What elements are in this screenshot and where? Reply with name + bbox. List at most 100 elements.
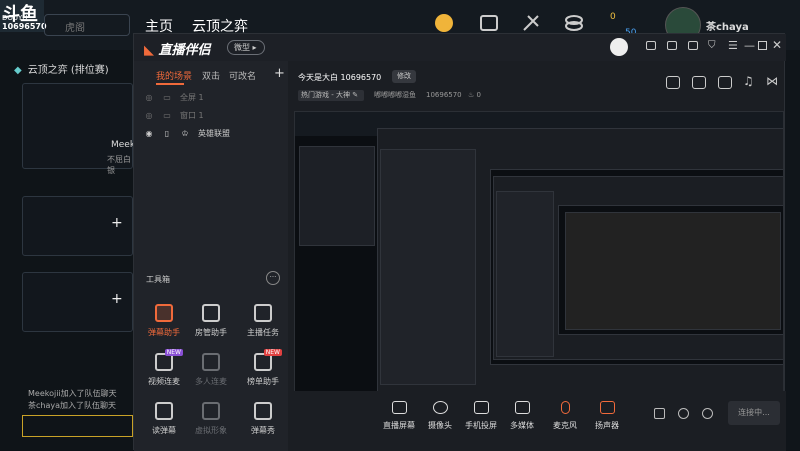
speaker-button[interactable]: 扬声器 [584, 401, 630, 431]
background-game-title: ◆ 云顶之弈 (排位赛) [0, 56, 133, 80]
header-sword-icon[interactable] [520, 12, 542, 34]
header-coins-icon[interactable] [563, 12, 585, 34]
tool-danmu-show[interactable]: 弹幕秀 [238, 402, 288, 442]
preview-left-panel [299, 146, 375, 246]
add-slot-icon: + [111, 215, 123, 231]
tab-rename[interactable]: 可改名 [229, 69, 256, 82]
bottom-label: 扬声器 [595, 421, 619, 430]
window-titlebar[interactable]: ◣ 直播伴侣 微型 ▸ ⛉ ☰ — ✕ [134, 34, 786, 61]
scene-label: 窗口 1 [180, 111, 204, 120]
tool-label: 多人连麦 [195, 377, 227, 386]
lock-open-icon[interactable] [718, 76, 732, 89]
scene-item-fullscreen[interactable]: ◎ ▭ 全屏 1 [144, 92, 284, 110]
tab-my-scenes[interactable]: 我的场景 [156, 69, 192, 82]
close-icon[interactable]: ✕ [772, 38, 782, 52]
add-screen-button[interactable]: 直播屏幕 [376, 401, 422, 431]
avatar-icon [202, 402, 220, 420]
tool-label: 房管助手 [195, 328, 227, 337]
tool-label: 榜单助手 [247, 377, 279, 386]
chat-line-1: Meekojii加入了队伍聊天 [28, 389, 117, 398]
add-scene-icon[interactable]: + [274, 66, 285, 81]
bottom-label: 摄像头 [428, 421, 452, 430]
scene-item-lol[interactable]: ◉ ▯ ♔ 英雄联盟 [144, 128, 284, 146]
room-id: 10696570 [340, 73, 382, 82]
camera-icon [432, 401, 448, 414]
nested-preview [490, 169, 783, 365]
scene-tabs: 我的场景 双击 可改名 + [134, 61, 288, 89]
tool-rank-assistant[interactable]: NEW 榜单助手 [238, 349, 288, 393]
tool-virtual-avatar[interactable]: 虚拟形象 [186, 402, 236, 442]
edit-room-button[interactable]: 修改 [392, 70, 416, 83]
window-avatar[interactable] [610, 38, 628, 56]
tab-double-click[interactable]: 双击 [202, 69, 220, 82]
minimize-icon[interactable]: — [744, 39, 755, 52]
message-icon[interactable] [646, 41, 656, 50]
tool-video-link[interactable]: NEW 视频连麦 [139, 349, 189, 393]
chat-input[interactable] [22, 415, 133, 437]
toolbox-title: 工具箱 [146, 275, 170, 284]
header-task-icon[interactable] [478, 12, 500, 34]
task-icon [254, 304, 272, 322]
mic-icon [560, 401, 570, 414]
empty-slot-1[interactable]: + [22, 196, 133, 256]
danmu-show-icon [254, 402, 272, 420]
record-icon[interactable] [654, 408, 665, 419]
sidebar: 我的场景 双击 可改名 + ◎ ▭ 全屏 1 ◎ ▭ 窗口 1 ◉ ▯ ♔ 英雄联盟 工具箱 … [134, 61, 288, 451]
nested-sidebar-2 [496, 191, 554, 357]
stream-preview[interactable] [294, 111, 784, 416]
share-icon[interactable]: ⋈ [766, 74, 778, 88]
eye-icon: ◎ [145, 111, 153, 120]
tool-label: 弹幕助手 [148, 328, 180, 337]
nested-window-1 [377, 128, 783, 404]
start-live-button[interactable]: 连接中... [728, 401, 780, 425]
room-info: 今天是大白 10696570 修改 热门游戏 - 大神 ✎ 嘟嘟嘟嘟湿鱼 106… [288, 61, 786, 107]
tool-streamer-task[interactable]: 主播任务 [238, 304, 288, 344]
background-right-scroll [785, 50, 800, 450]
settings-icon[interactable] [702, 408, 713, 419]
mini-mode-button[interactable]: 微型 ▸ [227, 40, 265, 55]
circle-icon[interactable] [678, 408, 689, 419]
category-label: 热门游戏 - 大神 [301, 91, 350, 99]
store-icon[interactable] [666, 76, 680, 89]
background-search-input[interactable]: 虎阁 [44, 14, 130, 36]
room-subtitle: 嘟嘟嘟嘟湿鱼 [374, 91, 416, 99]
douyu-logo-sub: DOUYU [2, 14, 28, 22]
tool-label: 主播任务 [247, 328, 279, 337]
empty-slot-2[interactable]: + [22, 272, 133, 332]
eye-icon: ◎ [145, 93, 153, 102]
window-icon: ▭ [163, 111, 171, 120]
maximize-icon[interactable] [758, 41, 767, 50]
danmu-icon [155, 304, 173, 322]
microphone-button[interactable]: 麦克风 [542, 401, 588, 431]
tool-label: 虚拟形象 [195, 426, 227, 435]
new-badge: NEW [263, 349, 282, 356]
add-media-button[interactable]: 多媒体 [499, 401, 545, 431]
admin-icon [202, 304, 220, 322]
tool-multi-link[interactable]: 多人连麦 [186, 353, 236, 393]
category-selector[interactable]: 热门游戏 - 大神 ✎ [298, 90, 364, 101]
scene-item-window[interactable]: ◎ ▭ 窗口 1 [144, 110, 284, 128]
bell-icon[interactable]: ♫ [743, 74, 754, 88]
bottom-label: 直播屏幕 [383, 421, 415, 430]
chat-line-2: 茶chaya加入了队伍聊天 [28, 401, 117, 410]
tool-room-admin[interactable]: 房管助手 [186, 304, 236, 344]
bottom-toolbar: 直播屏幕 摄像头 手机投屏 多媒体 麦克风 扬声器 [288, 391, 786, 451]
phone-cast-button[interactable]: 手机投屏 [458, 401, 504, 431]
shirt-icon[interactable]: ⛉ [708, 40, 716, 51]
header-avatar-icon[interactable] [433, 12, 455, 34]
bottom-label: 手机投屏 [465, 421, 497, 430]
menu-icon[interactable]: ☰ [728, 39, 738, 52]
mail-icon[interactable] [688, 41, 698, 50]
tool-read-danmu[interactable]: 读弹幕 [139, 402, 189, 442]
multi-link-icon [202, 353, 220, 371]
lock-icon[interactable] [692, 76, 706, 89]
nested-sidebar [380, 149, 476, 385]
bottom-label: 多媒体 [510, 421, 534, 430]
tool-danmu-assistant[interactable]: 弹幕助手 [139, 304, 189, 344]
room-title: 今天是大白 10696570 [298, 72, 381, 83]
mini-mode-label: 微型 [234, 43, 250, 52]
add-camera-button[interactable]: 摄像头 [417, 401, 463, 431]
gift-icon[interactable] [667, 41, 677, 50]
background-room-id: 10696570 [2, 22, 47, 31]
toolbox-more-icon[interactable]: ··· [266, 271, 280, 285]
